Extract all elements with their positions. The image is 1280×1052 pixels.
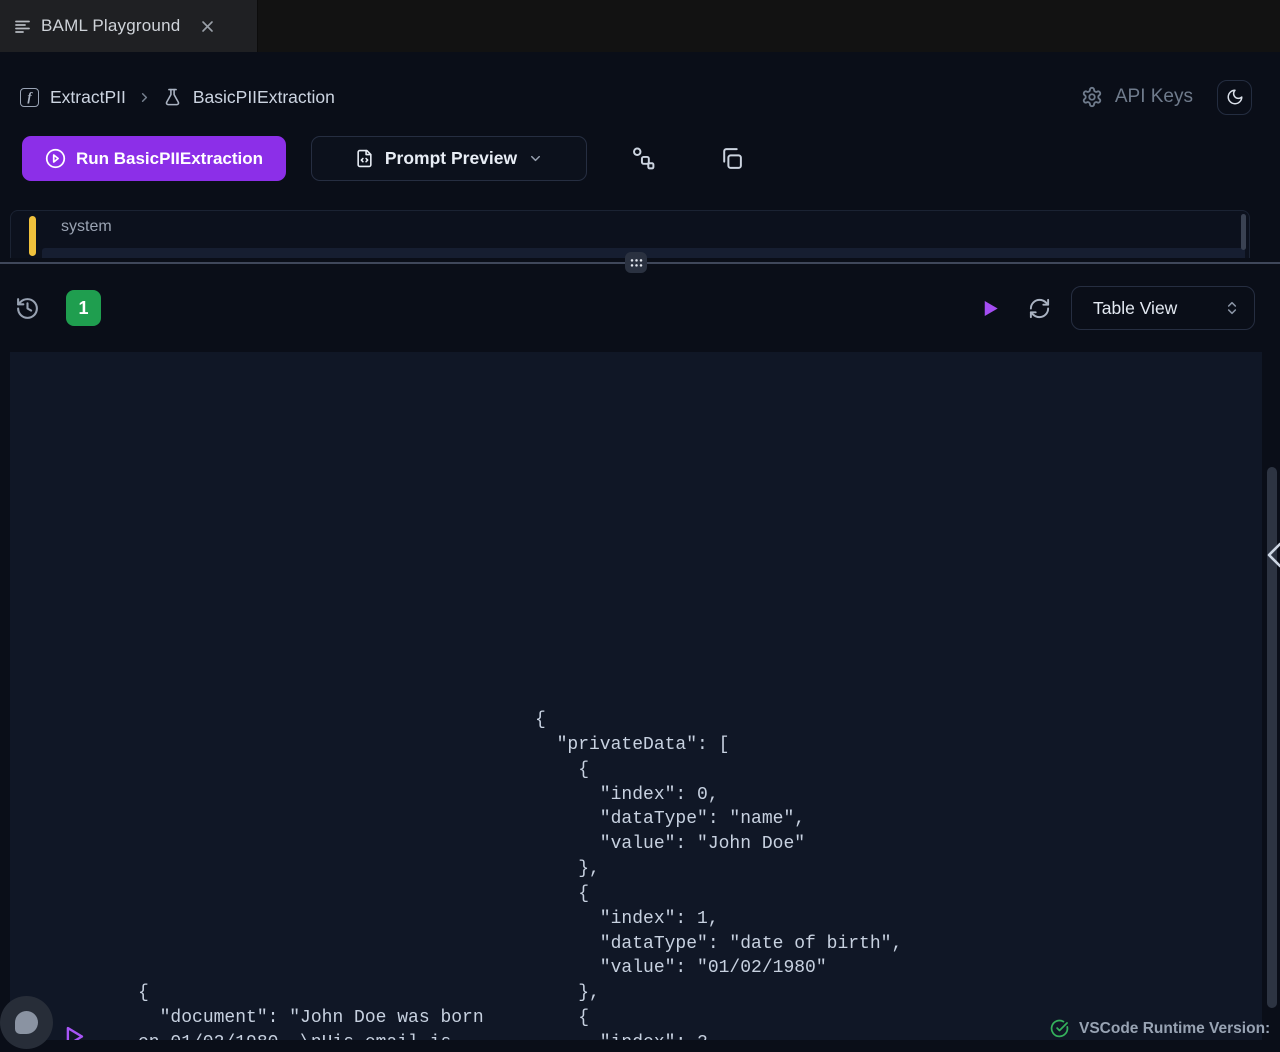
- drag-handle-icon[interactable]: [625, 252, 647, 273]
- gear-icon: [1081, 86, 1103, 108]
- row-output-json: { "privateData": [ { "index": 0, "dataTy…: [535, 708, 1086, 1040]
- breadcrumb-function[interactable]: ExtractPII: [50, 87, 126, 108]
- tab-title: BAML Playground: [41, 16, 180, 36]
- role-indicator-bar: [29, 216, 36, 256]
- prompt-panel[interactable]: system: [10, 210, 1250, 258]
- row-input-json: { "document": "John Doe was born on 01/0…: [138, 981, 498, 1040]
- refresh-icon[interactable]: [1028, 297, 1051, 320]
- api-keys-button[interactable]: API Keys: [1081, 86, 1193, 108]
- editor-tab-bar: BAML Playground: [0, 0, 1280, 52]
- theme-toggle-button[interactable]: [1217, 80, 1252, 115]
- run-all-icon[interactable]: [979, 297, 1002, 320]
- api-keys-label: API Keys: [1115, 86, 1193, 108]
- runtime-check-icon: [1050, 1019, 1069, 1038]
- results-table: BasicPIIExtraction { "document": "John D…: [10, 352, 1262, 1040]
- view-mode-value: Table View: [1093, 298, 1177, 319]
- breadcrumb: f ExtractPII BasicPIIExtraction: [20, 80, 335, 114]
- test-count-badge[interactable]: 1: [66, 290, 101, 326]
- header-actions: API Keys: [1081, 78, 1252, 116]
- prompt-preview-dropdown[interactable]: Prompt Preview: [311, 136, 587, 181]
- view-mode-select[interactable]: Table View: [1071, 286, 1255, 330]
- close-icon[interactable]: [196, 15, 218, 37]
- moon-icon: [1226, 88, 1244, 106]
- copy-icon[interactable]: [718, 145, 744, 171]
- panel-expand-chevron-icon[interactable]: [1266, 540, 1280, 570]
- output-list-icon: [14, 18, 31, 35]
- chevron-right-icon: [137, 90, 152, 105]
- role-label: system: [61, 218, 112, 236]
- row-play-icon[interactable]: [60, 1022, 87, 1040]
- playground-tab[interactable]: BAML Playground: [0, 0, 258, 52]
- chat-bubble-icon: [15, 1011, 38, 1034]
- prompt-preview-label: Prompt Preview: [385, 148, 517, 169]
- trace-graph-icon[interactable]: [630, 145, 656, 171]
- baml-playground-window: { "window": { "tab_title": "BAML Playgro…: [0, 0, 1280, 1052]
- run-test-button[interactable]: Run BasicPIIExtraction: [22, 136, 286, 181]
- file-code-icon: [355, 149, 374, 168]
- flask-icon: [163, 88, 182, 107]
- prompt-scrollbar[interactable]: [1241, 214, 1246, 250]
- run-button-label: Run BasicPIIExtraction: [76, 149, 263, 169]
- function-icon: f: [20, 88, 39, 107]
- circle-play-icon: [45, 148, 66, 169]
- history-icon[interactable]: [15, 296, 40, 321]
- chevrons-up-down-icon: [1224, 300, 1240, 316]
- breadcrumb-test[interactable]: BasicPIIExtraction: [193, 87, 335, 108]
- chevron-down-icon: [528, 151, 543, 166]
- runtime-label: VSCode Runtime Version:: [1079, 1020, 1270, 1038]
- test-count: 1: [78, 298, 88, 319]
- feedback-widget-button[interactable]: [0, 996, 53, 1049]
- runtime-status: VSCode Runtime Version:: [1050, 1019, 1270, 1038]
